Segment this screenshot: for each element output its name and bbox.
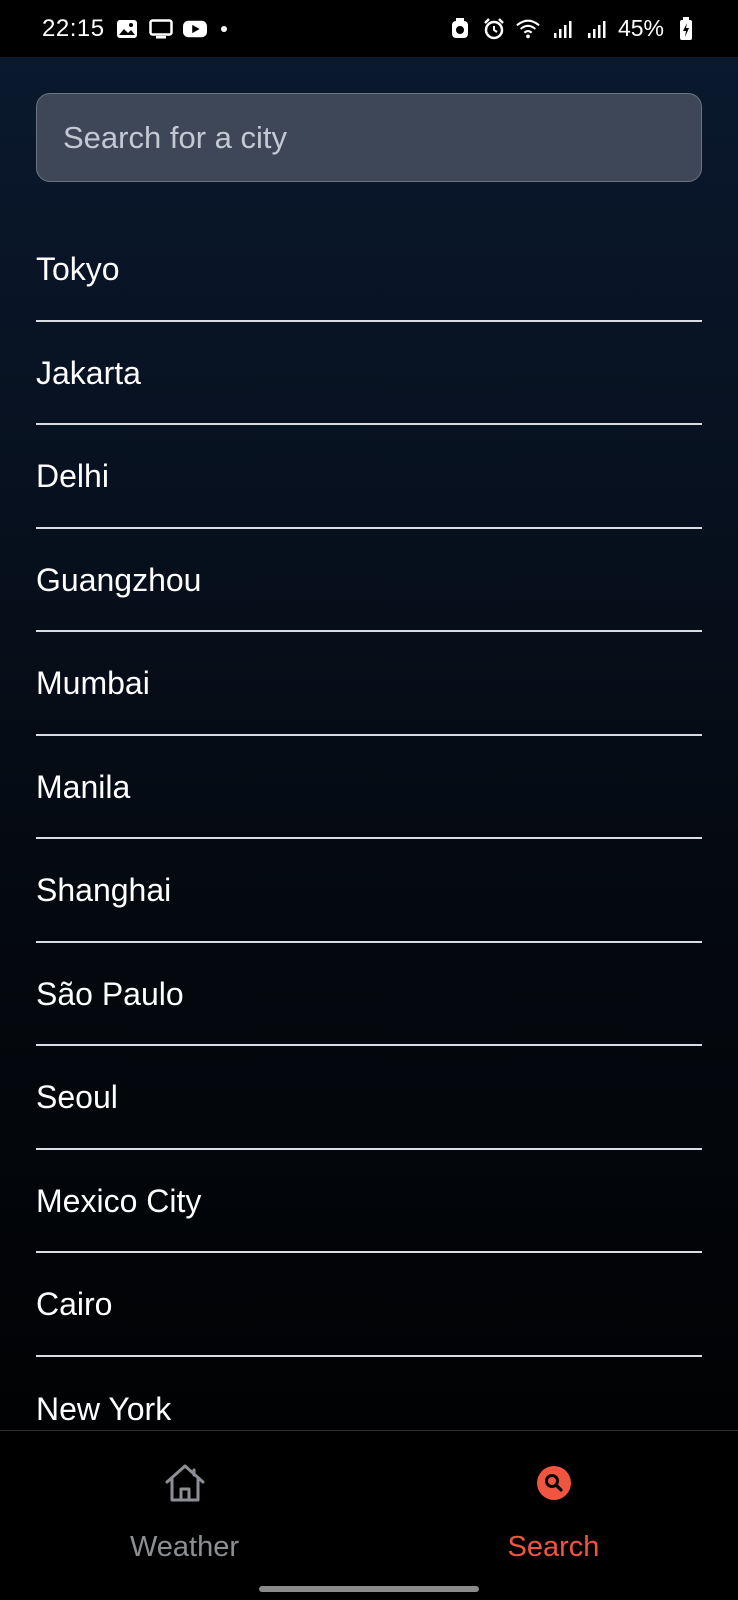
list-item[interactable]: São Paulo bbox=[36, 943, 702, 1046]
battery-charging-icon bbox=[674, 16, 698, 41]
city-name: New York bbox=[36, 1390, 172, 1427]
bottom-navigation: Weather Search bbox=[0, 1430, 738, 1600]
city-name: Shanghai bbox=[36, 872, 172, 909]
city-name: Guangzhou bbox=[36, 561, 202, 598]
gallery-icon bbox=[115, 17, 139, 41]
list-item[interactable]: Seoul bbox=[36, 1046, 702, 1150]
status-right: 45% bbox=[448, 15, 698, 42]
nav-label-weather: Weather bbox=[129, 1531, 240, 1563]
list-item[interactable]: Delhi bbox=[36, 425, 702, 529]
city-name: Jakarta bbox=[36, 354, 141, 391]
wifi-icon bbox=[516, 17, 540, 41]
nav-tab-search[interactable]: Search bbox=[369, 1431, 738, 1581]
city-name: Seoul bbox=[36, 1079, 118, 1116]
notification-dot bbox=[220, 25, 227, 32]
list-item[interactable]: Mumbai bbox=[36, 632, 702, 736]
nav-tab-weather[interactable]: Weather bbox=[0, 1431, 369, 1581]
youtube-icon bbox=[182, 17, 207, 41]
home-icon bbox=[161, 1459, 209, 1507]
city-name: Mexico City bbox=[36, 1182, 202, 1219]
data-saver-icon bbox=[448, 17, 472, 41]
list-item[interactable]: Tokyo bbox=[36, 218, 702, 322]
list-item[interactable]: Guangzhou bbox=[36, 529, 702, 632]
search-input[interactable] bbox=[36, 93, 702, 182]
battery-percentage: 45% bbox=[617, 15, 664, 41]
app-screen: 22:15 45% Search for a city Tokyo Jakart… bbox=[0, 0, 738, 1600]
alarm-icon bbox=[482, 17, 506, 41]
signal-icon bbox=[584, 17, 608, 41]
list-item[interactable]: Shanghai bbox=[36, 839, 702, 943]
city-name: Manila bbox=[36, 768, 131, 805]
city-list: Tokyo Jakarta Delhi Guangzhou Mumbai Man… bbox=[36, 218, 702, 1460]
city-name: São Paulo bbox=[36, 975, 184, 1012]
city-name: Tokyo bbox=[36, 251, 120, 288]
signal-icon bbox=[550, 17, 574, 41]
search-field-container bbox=[36, 93, 702, 182]
list-item[interactable]: Mexico City bbox=[36, 1150, 702, 1253]
status-time: 22:15 bbox=[42, 14, 105, 42]
city-name: Delhi bbox=[36, 458, 109, 495]
status-left: 22:15 bbox=[42, 15, 227, 43]
city-name: Cairo bbox=[36, 1286, 113, 1323]
list-item[interactable]: Manila bbox=[36, 736, 702, 839]
city-name: Mumbai bbox=[36, 665, 150, 702]
nav-label-search: Search bbox=[507, 1531, 600, 1563]
list-item[interactable]: Cairo bbox=[36, 1253, 702, 1357]
screen-cast-icon bbox=[148, 17, 173, 41]
list-item[interactable]: Jakarta bbox=[36, 322, 702, 425]
home-indicator bbox=[259, 1586, 479, 1592]
status-bar: 22:15 45% bbox=[0, 0, 738, 57]
search-icon bbox=[530, 1459, 578, 1507]
